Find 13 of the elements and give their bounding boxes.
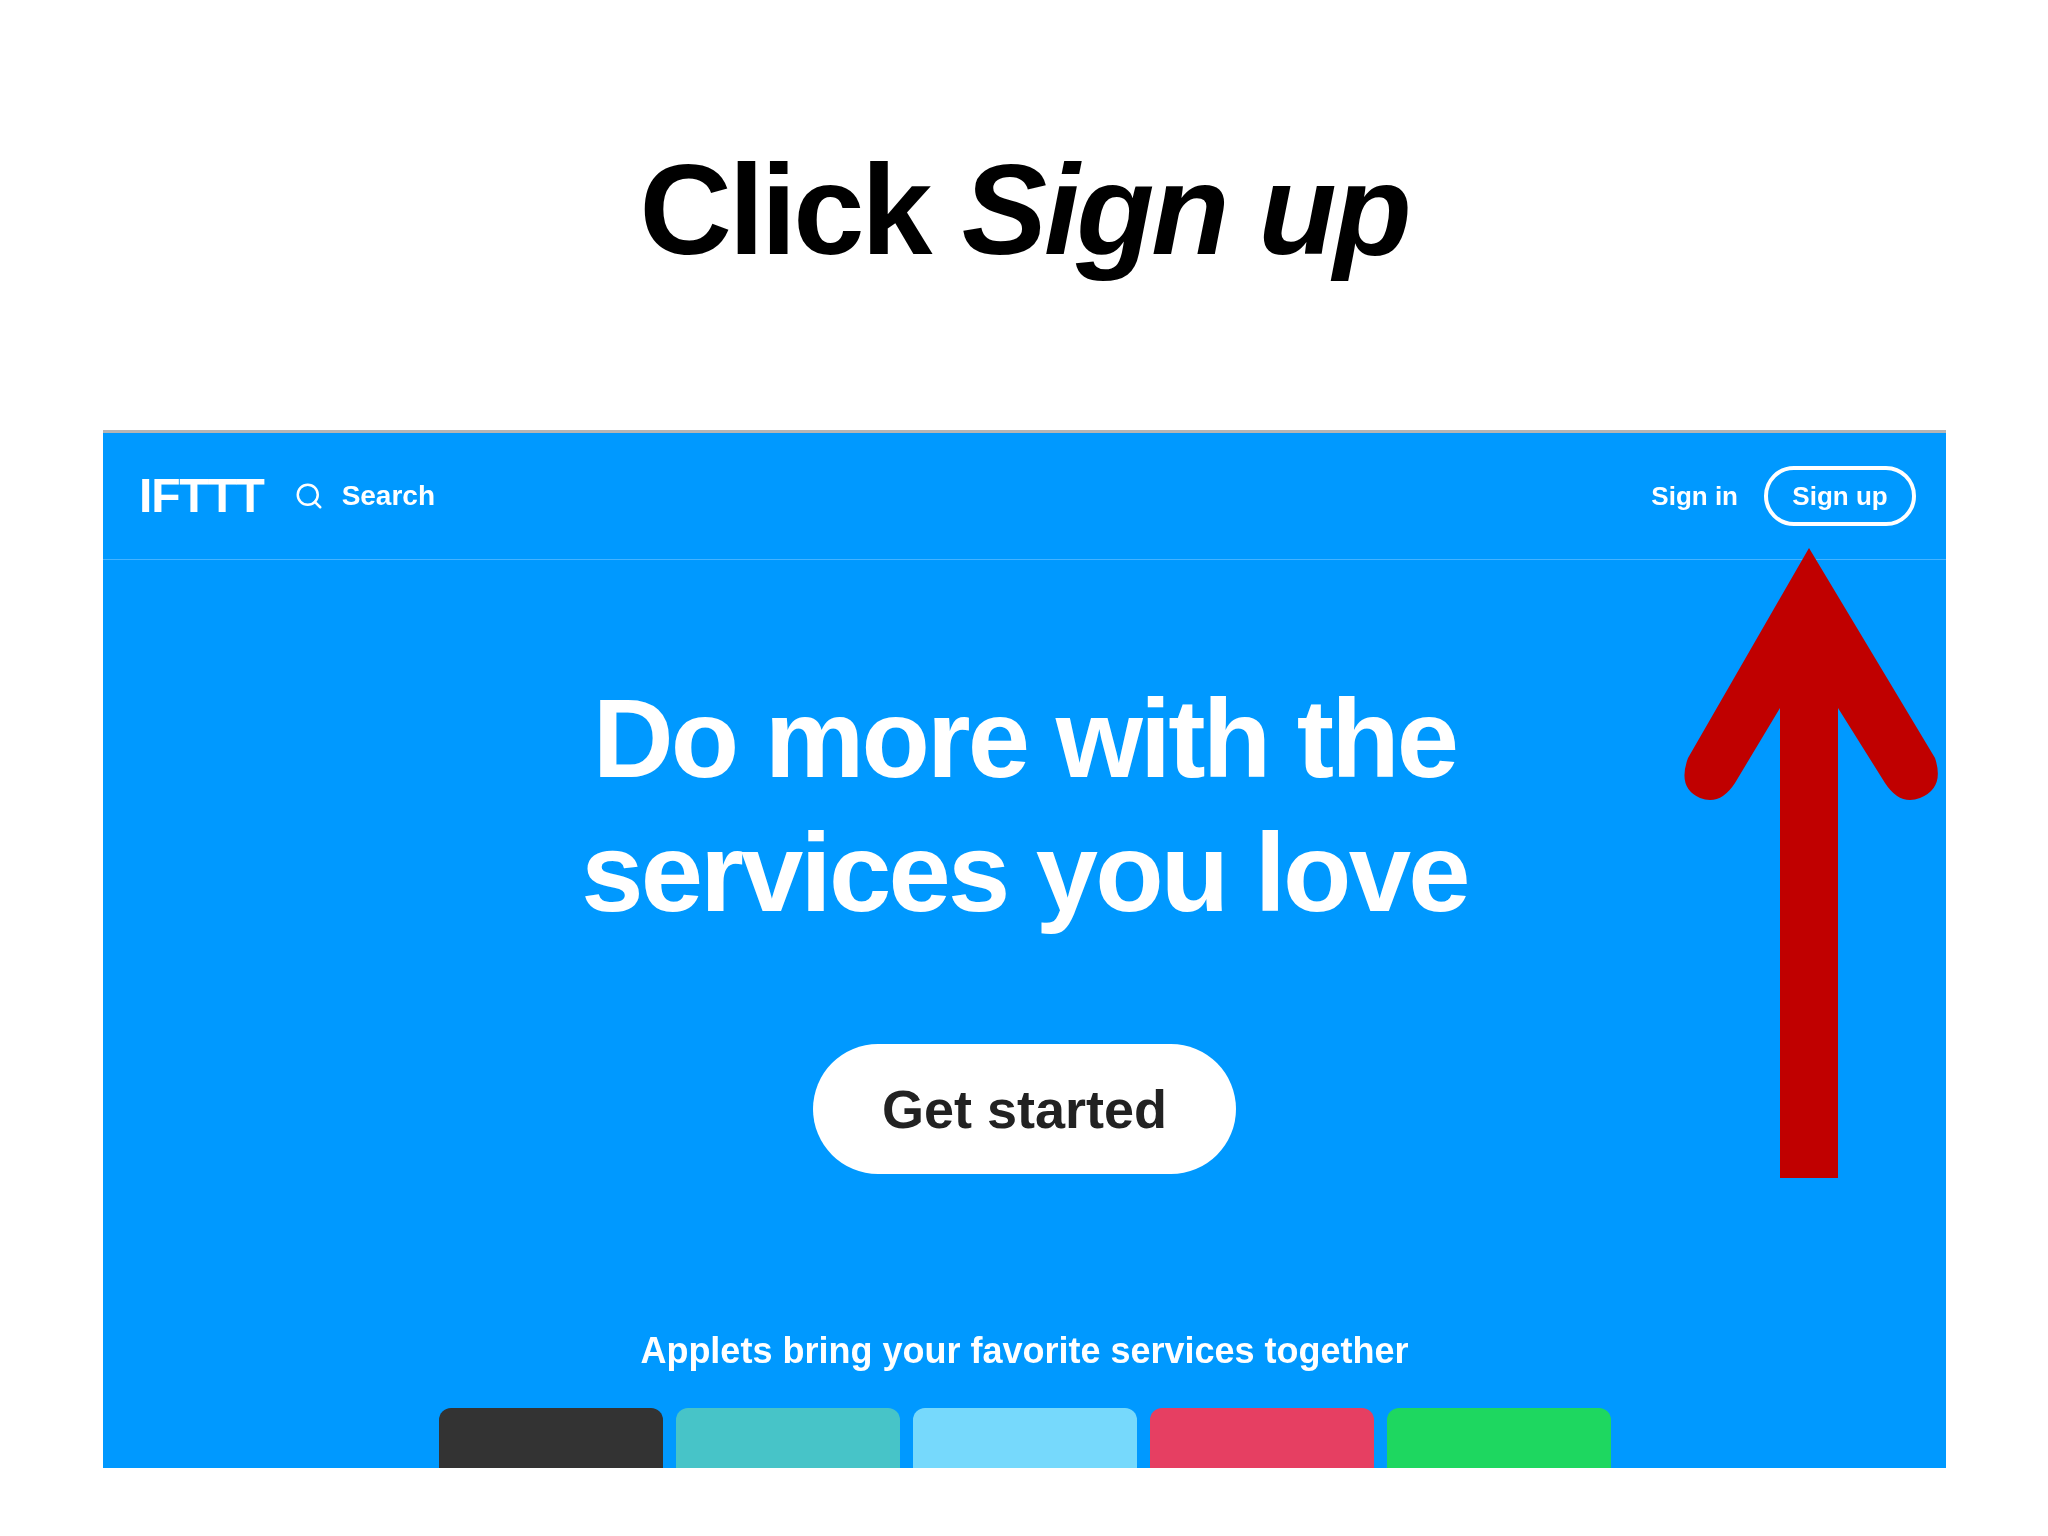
- applet-card[interactable]: [1149, 1408, 1374, 1468]
- applet-card[interactable]: [675, 1408, 900, 1468]
- hero-headline: Do more with the services you love: [580, 675, 1469, 937]
- slide-title: Click Sign up: [639, 137, 1409, 283]
- applets-heading: Applets bring your favorite services together: [640, 1329, 1409, 1373]
- get-started-button[interactable]: Get started: [813, 1044, 1236, 1174]
- applet-card[interactable]: [438, 1408, 663, 1468]
- search-link[interactable]: Search: [341, 475, 436, 517]
- applet-card[interactable]: [912, 1408, 1137, 1468]
- applet-card[interactable]: [1386, 1408, 1611, 1468]
- sign-up-button[interactable]: Sign up: [1764, 466, 1916, 526]
- logo[interactable]: IFTTT: [139, 460, 264, 532]
- sign-in-link[interactable]: Sign in: [1651, 476, 1738, 516]
